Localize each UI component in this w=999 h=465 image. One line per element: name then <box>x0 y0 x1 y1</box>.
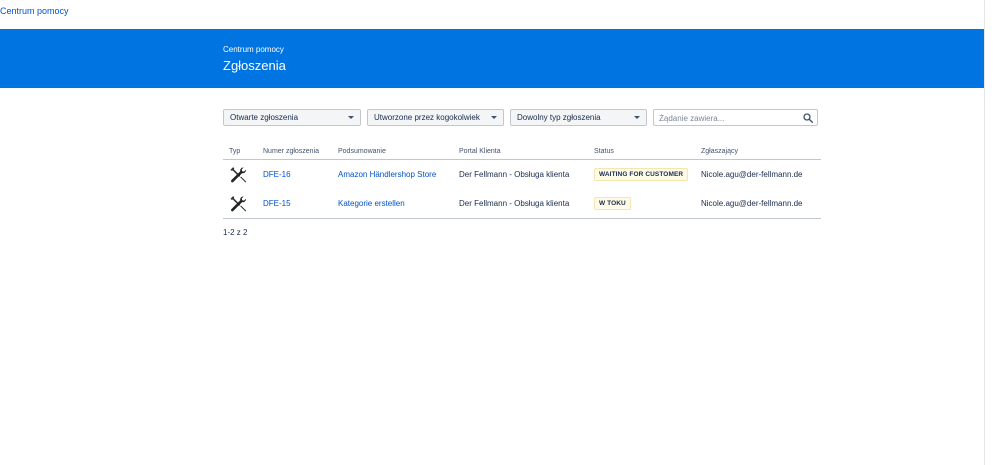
column-header-number: Numer zgłoszenia <box>257 143 332 160</box>
summary-cell: Kategorie erstellen <box>332 189 453 219</box>
column-header-reporter: Zgłaszający <box>695 143 821 160</box>
ticket-summary-link[interactable]: Kategorie erstellen <box>338 199 405 208</box>
reporter-cell: Nicole.agu@der-fellmann.de <box>701 170 803 179</box>
table-row[interactable]: DFE-16 Amazon Händlershop Store Der Fell… <box>223 160 821 190</box>
table-row[interactable]: DFE-15 Kategorie erstellen Der Fellmann … <box>223 189 821 219</box>
ticket-number-link[interactable]: DFE-15 <box>263 199 291 208</box>
type-filter-label: Dowolny typ zgłoszenia <box>517 113 601 122</box>
page-scrollbar[interactable] <box>984 0 999 465</box>
help-center-home-link[interactable]: Centrum pomocy <box>0 6 69 16</box>
type-filter-dropdown[interactable]: Dowolny typ zgłoszenia <box>510 109 647 126</box>
ticket-number-cell: DFE-16 <box>257 160 332 190</box>
column-header-status: Status <box>588 143 695 160</box>
wrench-screwdriver-icon <box>230 195 247 211</box>
status-cell: W TOKU <box>588 189 695 219</box>
portal-cell: Der Fellmann - Obsługa klienta <box>453 189 588 219</box>
top-navigation: Centrum pomocy <box>0 0 985 29</box>
requests-table: Typ Numer zgłoszenia Podsumowanie Portal… <box>223 143 821 219</box>
page-header-banner: Centrum pomocy Zgłoszenia <box>0 29 985 88</box>
chevron-down-icon <box>348 116 354 119</box>
page-title: Zgłoszenia <box>223 58 286 73</box>
creator-filter-label: Utworzone przez kogokolwiek <box>374 113 480 122</box>
pagination-summary: 1-2 z 2 <box>223 228 248 237</box>
column-header-type: Typ <box>223 143 257 160</box>
column-header-summary: Podsumowanie <box>332 143 453 160</box>
request-search-box <box>653 109 818 126</box>
ticket-number-cell: DFE-15 <box>257 189 332 219</box>
status-badge: WAITING FOR CUSTOMER <box>594 168 689 181</box>
chevron-down-icon <box>634 116 640 119</box>
type-cell <box>223 189 257 219</box>
status-badge: W TOKU <box>594 197 631 210</box>
chevron-down-icon <box>491 116 497 119</box>
reporter-cell: Nicole.agu@der-fellmann.de <box>695 189 821 219</box>
portal-cell: Der Fellmann - Obsługa klienta <box>459 170 570 179</box>
table-header-row: Typ Numer zgłoszenia Podsumowanie Portal… <box>223 143 821 160</box>
search-icon[interactable] <box>803 113 813 123</box>
summary-cell: Amazon Händlershop Store <box>332 160 453 190</box>
status-cell: WAITING FOR CUSTOMER <box>588 160 695 190</box>
breadcrumb[interactable]: Centrum pomocy <box>223 45 284 54</box>
status-filter-dropdown[interactable]: Otwarte zgłoszenia <box>223 109 361 126</box>
wrench-screwdriver-icon <box>230 166 247 182</box>
request-search-input[interactable] <box>659 112 794 124</box>
ticket-summary-link[interactable]: Amazon Händlershop Store <box>338 170 436 179</box>
status-filter-label: Otwarte zgłoszenia <box>230 113 299 122</box>
type-cell <box>223 160 257 190</box>
ticket-number-link[interactable]: DFE-16 <box>263 170 291 179</box>
creator-filter-dropdown[interactable]: Utworzone przez kogokolwiek <box>367 109 504 126</box>
column-header-portal: Portal Klienta <box>453 143 588 160</box>
